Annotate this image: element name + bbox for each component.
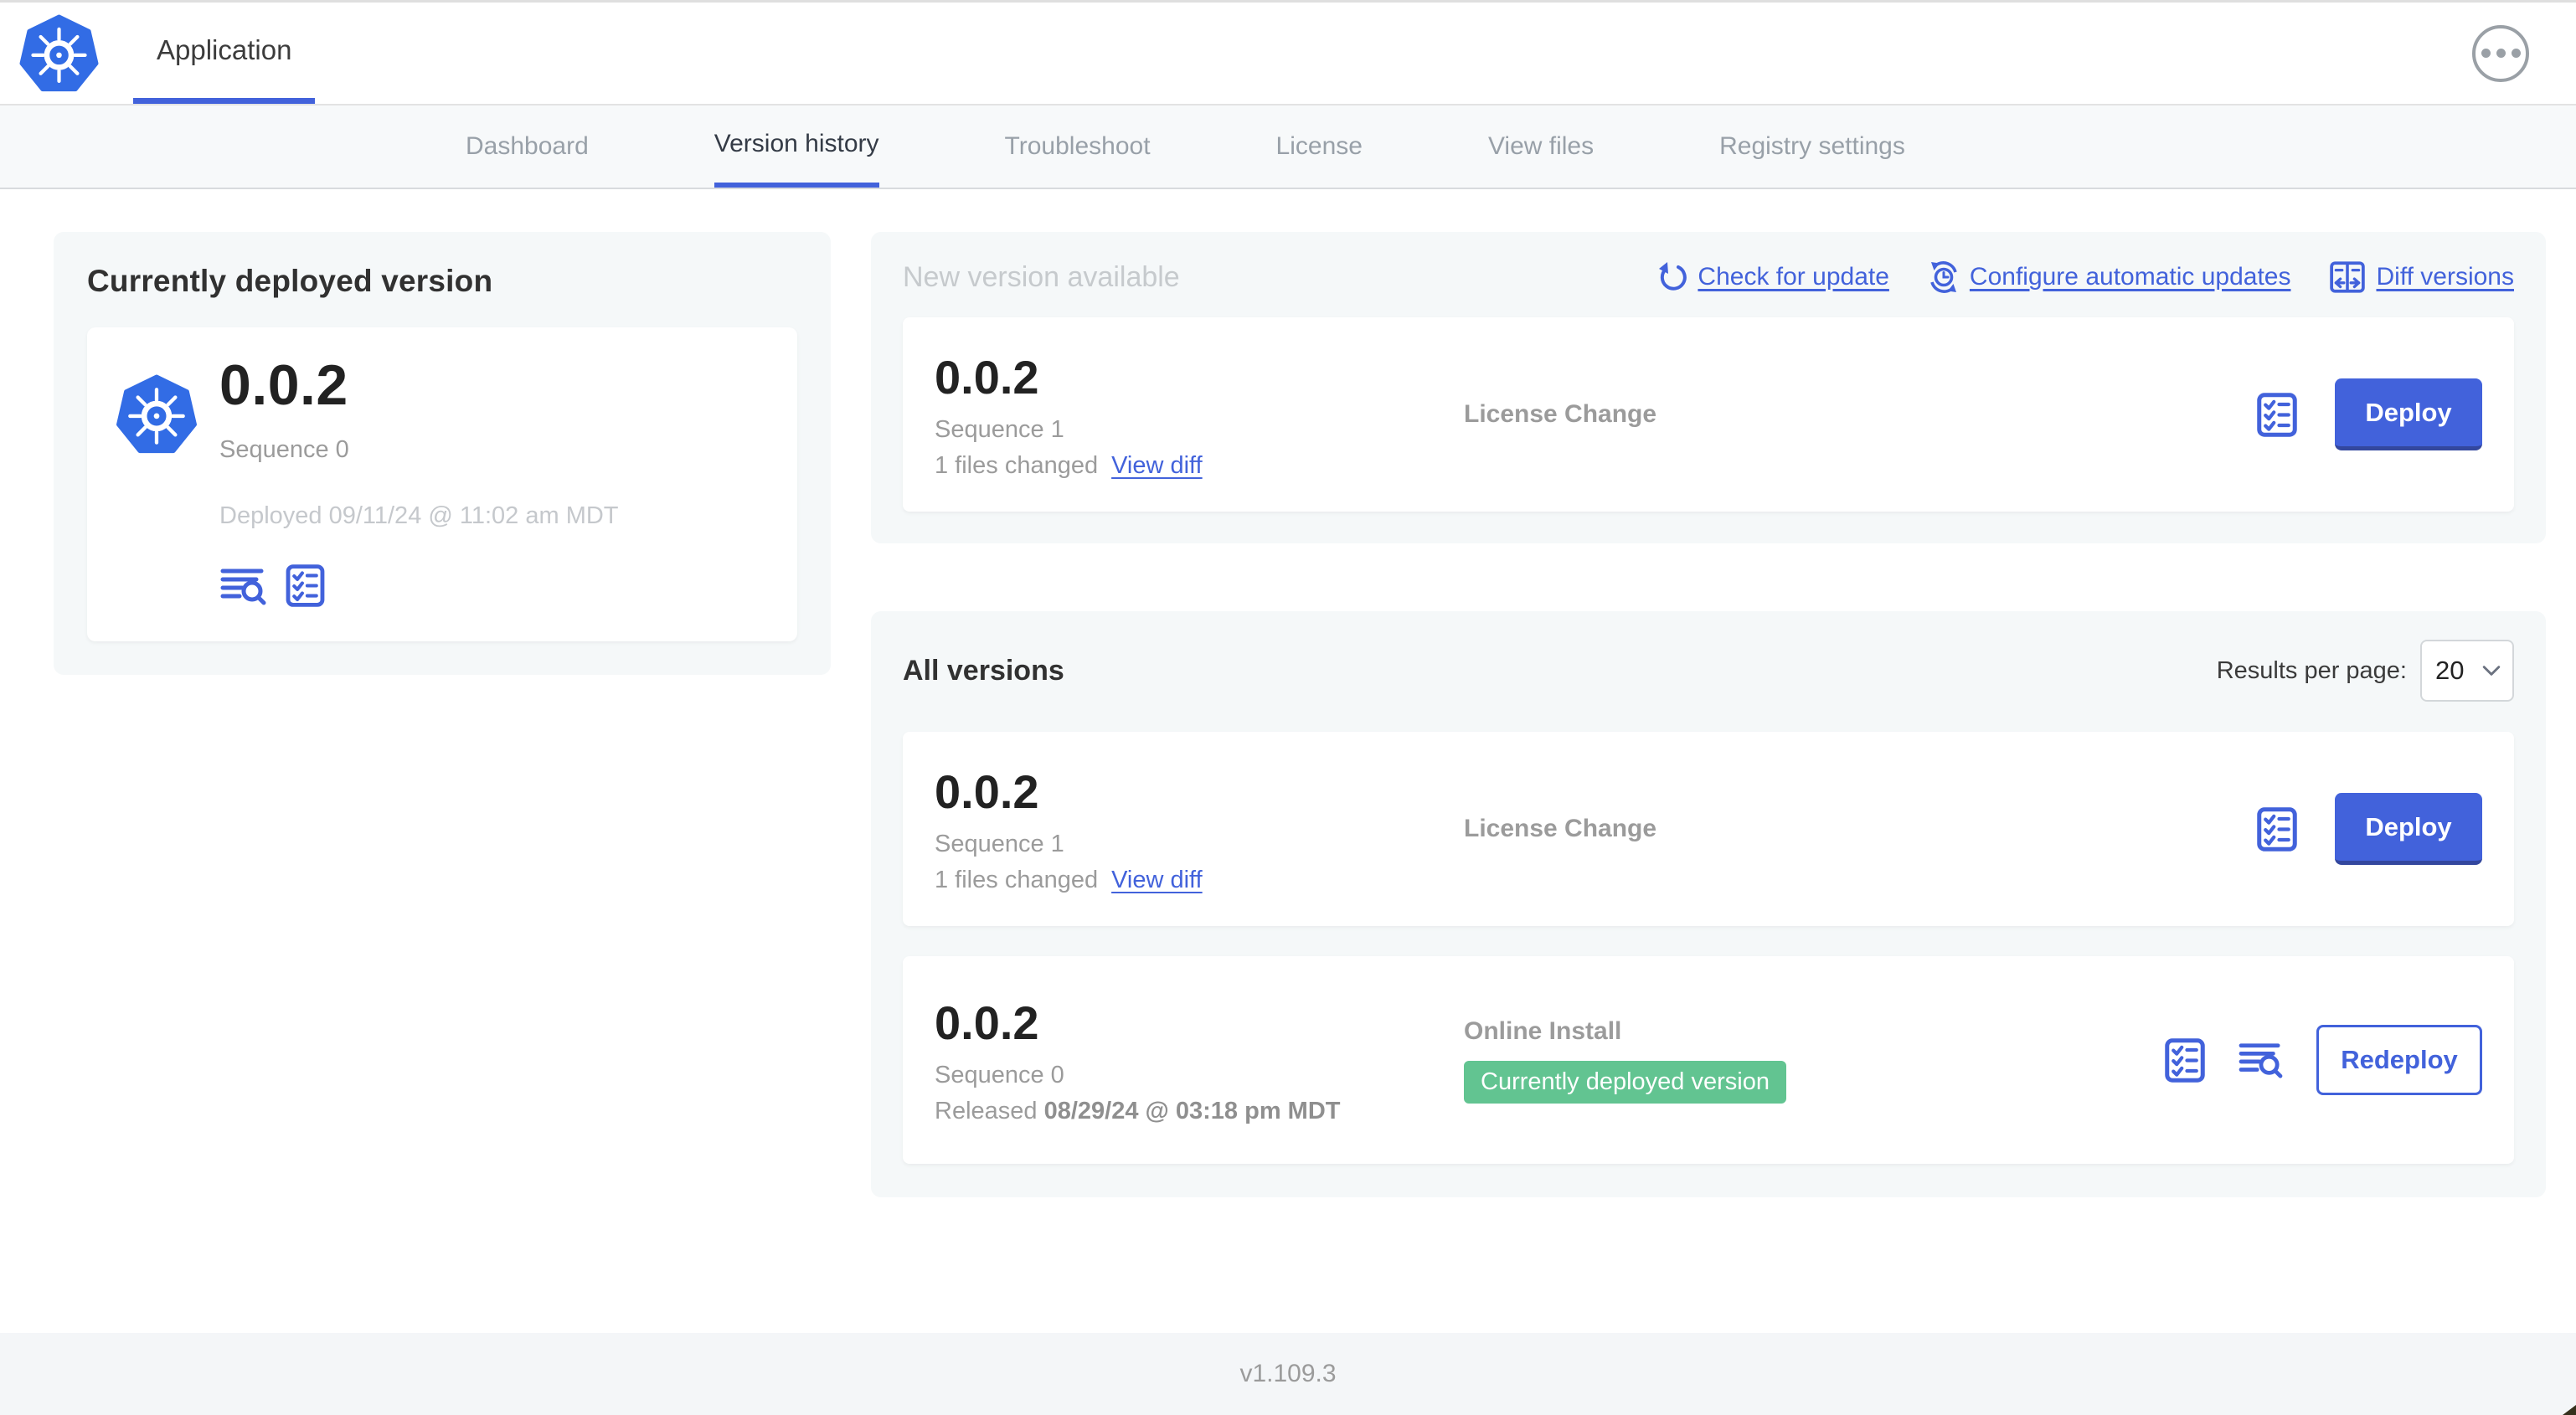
configure-automatic-updates-link[interactable]: Configure automatic updates [1928,261,2290,293]
version-sequence: Sequence 1 [935,830,1064,857]
schedule-refresh-icon [1928,261,1960,293]
current-card-title: Currently deployed version [87,264,493,298]
currently-deployed-card: Currently deployed version 0.0.2 Sequenc… [54,232,831,675]
current-version-sequence: Sequence 0 [219,436,349,463]
new-version-title: New version available [903,260,1180,293]
deploy-button[interactable]: Deploy [2335,793,2482,865]
kubernetes-logo [18,3,100,104]
results-per-page-label: Results per page: [2216,656,2407,684]
deploy-logs-icon[interactable] [219,566,268,606]
currently-deployed-badge: Currently deployed version [1464,1060,1786,1104]
current-version-detail: 0.0.2 Sequence 0 Deployed 09/11/24 @ 11:… [87,327,797,641]
current-version-deployed-timestamp: Deployed 09/11/24 @ 11:02 am MDT [219,502,619,529]
main-content: Currently deployed version 0.0.2 Sequenc… [0,189,2576,1333]
version-row: 0.0.2 Sequence 1 1 files changed View di… [903,732,2514,926]
tab-view-files[interactable]: View files [1488,105,1594,188]
ellipsis-icon [2496,49,2506,58]
files-changed-label: 1 files changed [935,451,1099,479]
app-footer: v1.109.3 [0,1333,2576,1415]
chevron-down-icon [2482,665,2501,677]
preflight-checks-icon[interactable] [2256,392,2298,438]
version-sequence: Sequence 1 [935,415,1064,443]
ellipsis-icon [2511,49,2521,58]
version-number: 0.0.2 [935,764,1039,818]
version-source-label: License Change [1464,815,1657,842]
results-per-page-select[interactable]: 20 [2420,640,2514,702]
app-tab-application[interactable]: Application [133,3,316,104]
all-versions-title: All versions [903,654,1064,687]
new-version-row: 0.0.2 Sequence 1 1 files changed View di… [903,317,2514,512]
version-released-timestamp: Released 08/29/24 @ 03:18 pm MDT [935,1097,1341,1124]
files-changed-label: 1 files changed [935,866,1099,893]
redeploy-button[interactable]: Redeploy [2316,1025,2482,1095]
refresh-icon [1657,262,1687,292]
console-version: v1.109.3 [1239,1360,1337,1387]
diff-versions-link[interactable]: Diff versions [2329,260,2514,294]
tab-dashboard[interactable]: Dashboard [466,105,589,188]
all-versions-section: All versions Results per page: 20 0.0.2 … [871,611,2546,1197]
version-row: 0.0.2 Sequence 0 Released 08/29/24 @ 03:… [903,956,2514,1164]
deploy-button[interactable]: Deploy [2335,378,2482,450]
tab-version-history[interactable]: Version history [714,105,879,188]
preflight-checks-icon[interactable] [2256,806,2298,852]
new-version-section: New version available Check for update C… [871,232,2546,543]
tab-license[interactable]: License [1276,105,1363,188]
version-source-label: License Change [1464,400,1657,428]
view-diff-link[interactable]: View diff [1111,452,1203,480]
version-number: 0.0.2 [935,996,1039,1049]
view-diff-link[interactable]: View diff [1111,867,1203,894]
section-nav: Dashboard Version history Troubleshoot L… [0,105,2576,189]
version-number: 0.0.2 [935,350,1039,404]
tab-troubleshoot[interactable]: Troubleshoot [1005,105,1151,188]
check-for-update-link[interactable]: Check for update [1657,262,1889,292]
version-source-label: Online Install [1464,1016,1622,1045]
kubernetes-app-icon [116,374,198,608]
preflight-checks-icon[interactable] [2164,1037,2206,1083]
diff-icon [2329,260,2366,294]
tab-registry-settings[interactable]: Registry settings [1719,105,1905,188]
preflight-checks-icon[interactable] [285,563,326,608]
version-sequence: Sequence 0 [935,1061,1064,1088]
overflow-menu-button[interactable] [2472,24,2529,82]
deploy-logs-icon[interactable] [2238,1041,2285,1079]
ellipsis-icon [2481,49,2491,58]
current-version-number: 0.0.2 [219,353,348,417]
app-header: Application [0,0,2576,105]
